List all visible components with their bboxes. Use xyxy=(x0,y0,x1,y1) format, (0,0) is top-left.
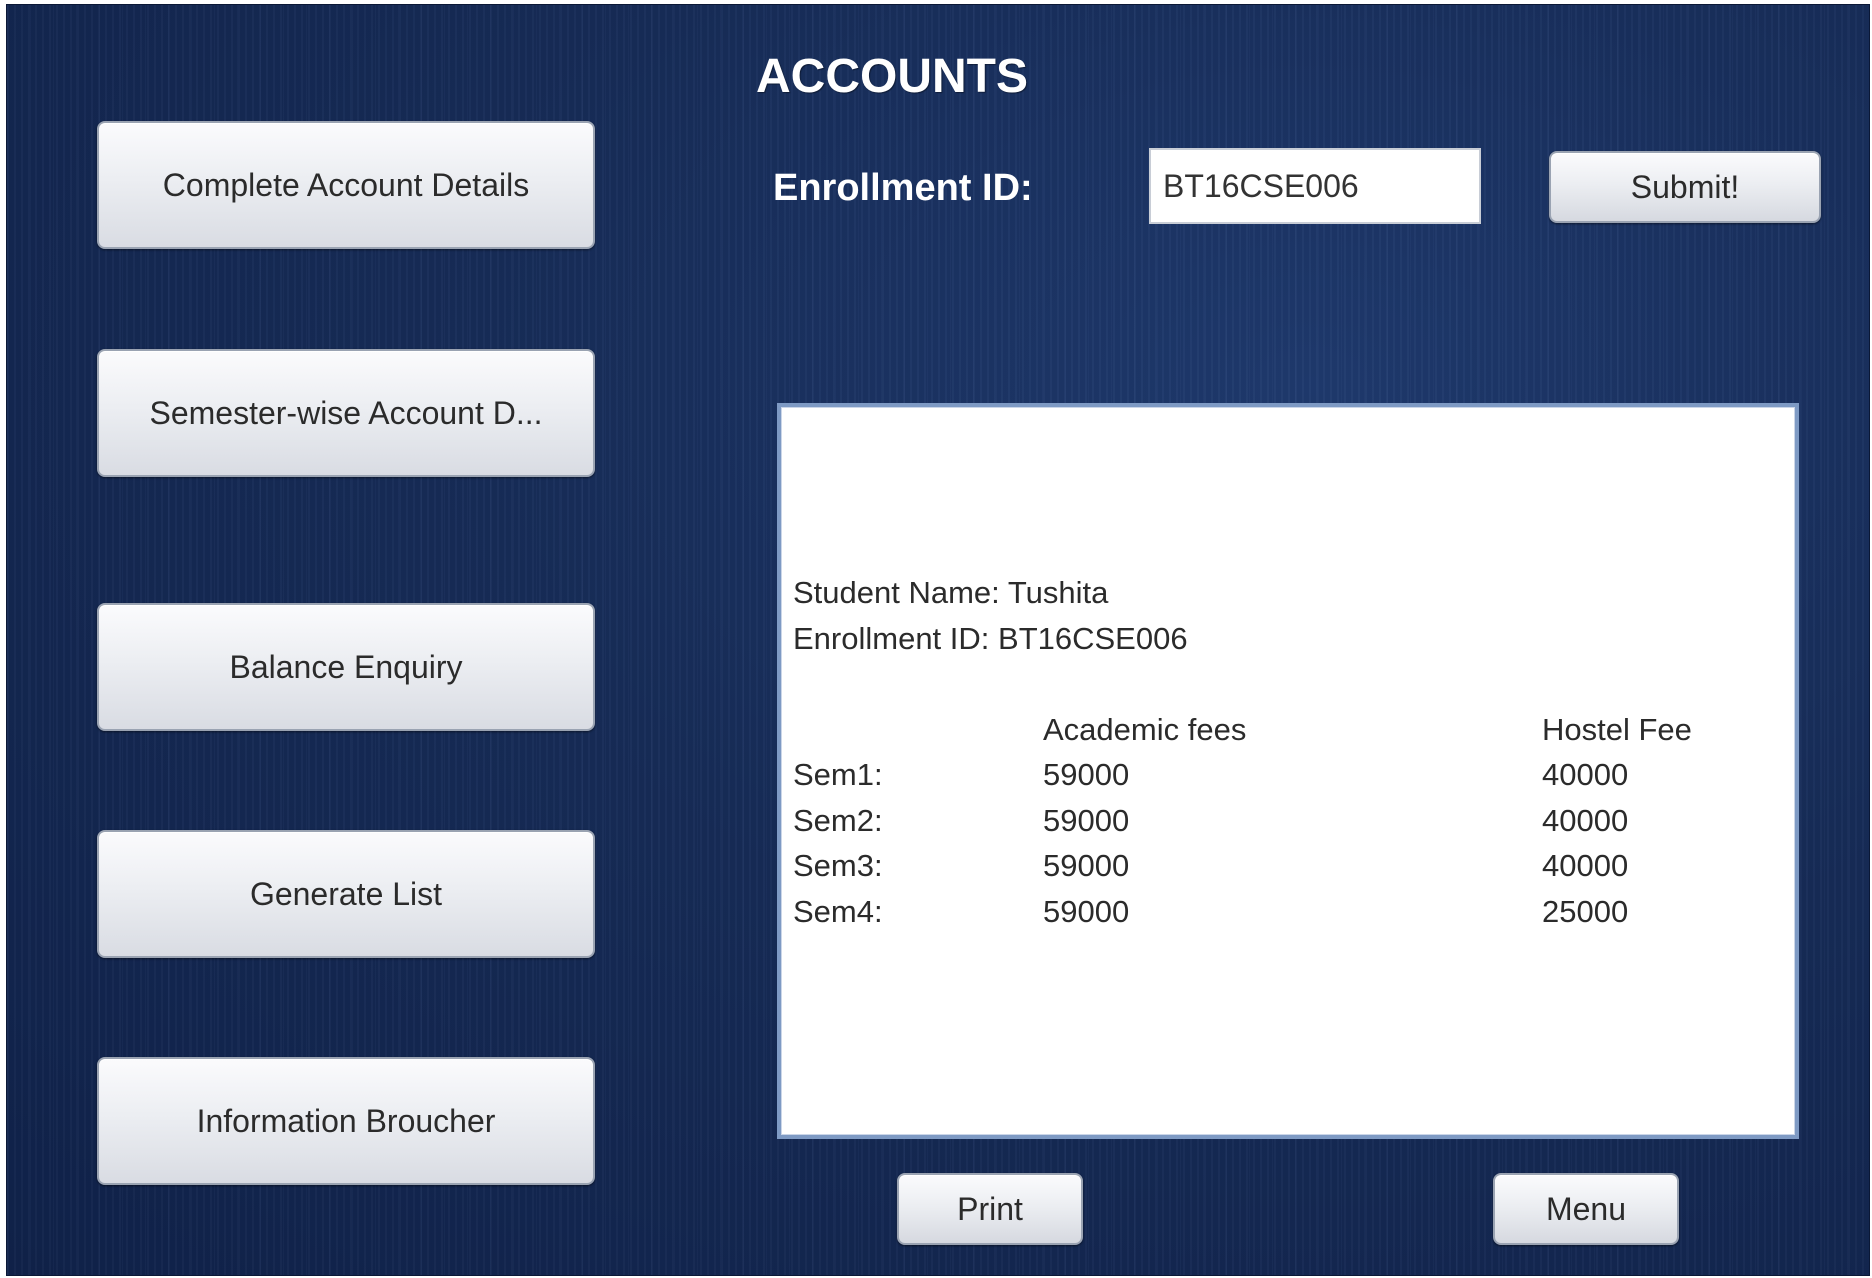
enrollment-id-line: Enrollment ID: BT16CSE006 xyxy=(793,621,1188,656)
fee-row: Sem2: 59000 40000 xyxy=(793,803,1773,843)
fee-row: Sem3: 59000 40000 xyxy=(793,848,1773,888)
academic-fee-cell: 59000 xyxy=(1043,894,1130,929)
enrollment-id-input[interactable] xyxy=(1149,148,1481,224)
complete-account-details-button[interactable]: Complete Account Details xyxy=(97,121,595,249)
semester-cell: Sem3: xyxy=(793,848,883,883)
balance-enquiry-button[interactable]: Balance Enquiry xyxy=(97,603,595,731)
student-name-line: Student Name: Tushita xyxy=(793,575,1109,610)
academic-fee-cell: 59000 xyxy=(1043,803,1130,838)
semester-wise-account-details-button[interactable]: Semester-wise Account D... xyxy=(97,349,595,477)
menu-button[interactable]: Menu xyxy=(1493,1173,1679,1245)
accounts-window: ACCOUNTS Complete Account Details Semest… xyxy=(6,4,1870,1276)
hostel-fee-cell: 40000 xyxy=(1542,848,1629,883)
submit-button[interactable]: Submit! xyxy=(1549,151,1821,223)
enrollment-id-label: Enrollment ID: xyxy=(773,167,1033,209)
account-report-textarea[interactable]: Student Name: Tushita Enrollment ID: BT1… xyxy=(777,403,1799,1139)
generate-list-button[interactable]: Generate List xyxy=(97,830,595,958)
academic-fee-cell: 59000 xyxy=(1043,848,1130,883)
academic-fee-cell: 59000 xyxy=(1043,757,1130,792)
header-hostel-fee: Hostel Fee xyxy=(1542,712,1692,747)
hostel-fee-cell: 40000 xyxy=(1542,757,1629,792)
semester-cell: Sem1: xyxy=(793,757,883,792)
header-academic-fees: Academic fees xyxy=(1043,712,1247,747)
semester-cell: Sem4: xyxy=(793,894,883,929)
semester-cell: Sem2: xyxy=(793,803,883,838)
information-broucher-button[interactable]: Information Broucher xyxy=(97,1057,595,1185)
fee-table-header: Academic fees Hostel Fee xyxy=(793,712,1773,752)
hostel-fee-cell: 25000 xyxy=(1542,894,1629,929)
fee-row: Sem1: 59000 40000 xyxy=(793,757,1773,797)
page-title: ACCOUNTS xyxy=(756,50,1028,103)
print-button[interactable]: Print xyxy=(897,1173,1083,1245)
hostel-fee-cell: 40000 xyxy=(1542,803,1629,838)
fee-row: Sem4: 59000 25000 xyxy=(793,894,1773,934)
